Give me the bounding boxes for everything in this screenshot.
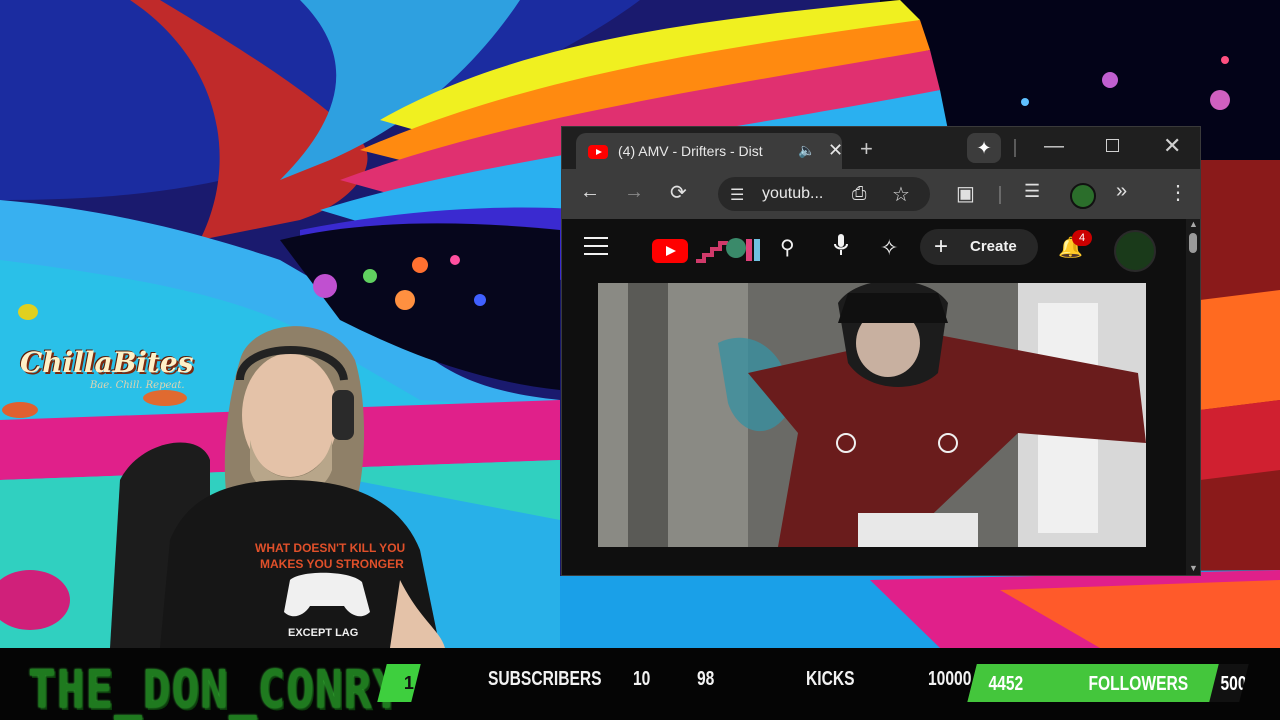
extensions-icon[interactable]: ▣: [956, 181, 975, 206]
bookmark-star-icon[interactable]: ☆: [892, 182, 910, 207]
maximize-button[interactable]: [1106, 139, 1119, 152]
toolbar-divider: [999, 186, 1001, 204]
window-close-button[interactable]: ✕: [1163, 133, 1181, 159]
page-scrollbar[interactable]: ▲ ▼: [1186, 219, 1200, 575]
create-button[interactable]: + Create: [920, 229, 1038, 265]
cast-icon[interactable]: ✧: [880, 235, 898, 261]
browser-titlebar: (4) AMV - Drifters - Dist 🔈 ✕ + ✦ — ✕: [562, 127, 1200, 169]
plus-icon: +: [934, 233, 949, 260]
microphone-icon[interactable]: [834, 234, 848, 256]
svg-text:EXCEPT LAG: EXCEPT LAG: [288, 627, 358, 639]
scroll-thumb[interactable]: [1189, 233, 1197, 253]
subscribers-count: 1: [403, 673, 414, 693]
media-queue-icon[interactable]: ☰: [1024, 181, 1040, 202]
minimize-button[interactable]: —: [1044, 135, 1064, 158]
subscribers-label: SUBSCRIBERS: [488, 668, 602, 690]
scroll-up-icon[interactable]: ▲: [1189, 219, 1198, 229]
svg-text:WHAT DOESN'T KILL YOU: WHAT DOESN'T KILL YOU: [255, 541, 405, 555]
create-label: Create: [970, 238, 1017, 255]
browser-window: (4) AMV - Drifters - Dist 🔈 ✕ + ✦ — ✕ ← …: [561, 126, 1201, 576]
video-player[interactable]: [598, 283, 1146, 547]
followers-goal: 5000: [1220, 673, 1249, 695]
video-frame-image: [598, 283, 1146, 547]
followers-label: FOLLOWERS: [1088, 673, 1189, 695]
scroll-down-icon[interactable]: ▼: [1189, 563, 1198, 573]
url-text[interactable]: youtub...: [762, 185, 823, 203]
tab-title: (4) AMV - Drifters - Dist: [618, 143, 763, 159]
kicks-goal: 10000: [928, 668, 972, 690]
youtube-doodle-icon[interactable]: [694, 235, 770, 265]
speaker-icon[interactable]: 🔈: [798, 142, 815, 159]
followers-count: 4452: [988, 673, 1024, 695]
address-bar[interactable]: ☰ youtub... ⎙ ☆: [718, 177, 930, 211]
youtube-header: ⚲ ✧ + Create 🔔 4: [562, 219, 1186, 275]
new-tab-button[interactable]: +: [860, 136, 873, 162]
hamburger-menu-icon[interactable]: [584, 237, 608, 255]
streamer-name: THE_DON_CONRY: [28, 658, 402, 720]
browser-toolbar: ← → ⟳ ☰ youtub... ⎙ ☆ ▣ ☰ » ⋮: [562, 169, 1200, 219]
webcam-feed: WHAT DOESN'T KILL YOU MAKES YOU STRONGER…: [100, 320, 460, 648]
site-info-icon[interactable]: ☰: [730, 185, 744, 205]
kebab-menu-icon[interactable]: ⋮: [1168, 180, 1188, 205]
search-icon[interactable]: ⚲: [780, 235, 795, 260]
streamer-webcam-image: WHAT DOESN'T KILL YOU MAKES YOU STRONGER…: [110, 326, 445, 648]
profile-avatar[interactable]: [1070, 183, 1096, 209]
notification-badge: 4: [1072, 230, 1092, 246]
reload-icon[interactable]: ⟳: [670, 180, 687, 205]
kicks-label: KICKS: [806, 668, 855, 690]
svg-text:MAKES YOU STRONGER: MAKES YOU STRONGER: [260, 557, 404, 571]
browser-tab-active[interactable]: (4) AMV - Drifters - Dist 🔈 ✕: [576, 133, 843, 169]
back-arrow-icon[interactable]: ←: [580, 181, 600, 204]
forward-arrow-icon[interactable]: →: [624, 181, 644, 204]
youtube-logo-icon[interactable]: [652, 239, 688, 263]
kicks-count: 98: [697, 668, 715, 690]
install-app-icon[interactable]: ⎙: [852, 183, 866, 204]
avatar[interactable]: [1114, 230, 1156, 272]
gemini-sparkle-button[interactable]: ✦: [967, 133, 1001, 163]
stream-stats-bar: THE_DON_CONRY 1 SUBSCRIBERS 10 98 KICKS …: [0, 648, 1280, 720]
titlebar-divider: [1014, 139, 1016, 157]
youtube-favicon-icon: [588, 145, 608, 159]
chevron-double-right-icon[interactable]: »: [1116, 180, 1127, 203]
tab-close-icon[interactable]: ✕: [828, 140, 843, 161]
subscribers-goal: 10: [633, 668, 651, 690]
followers-progress-bar: 4452 FOLLOWERS 5000: [967, 664, 1249, 702]
